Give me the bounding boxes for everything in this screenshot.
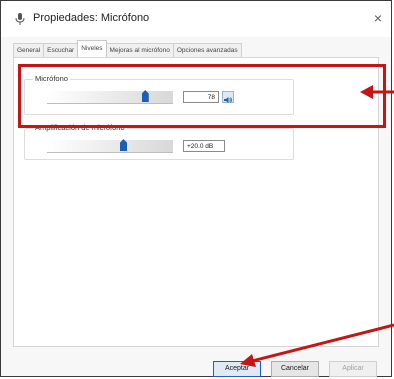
tab-niveles[interactable]: Niveles [77,40,107,57]
annotation-arrow-ok [240,323,394,367]
annotation-arrows [240,85,394,367]
annotation-arrow-microphone [360,85,394,99]
